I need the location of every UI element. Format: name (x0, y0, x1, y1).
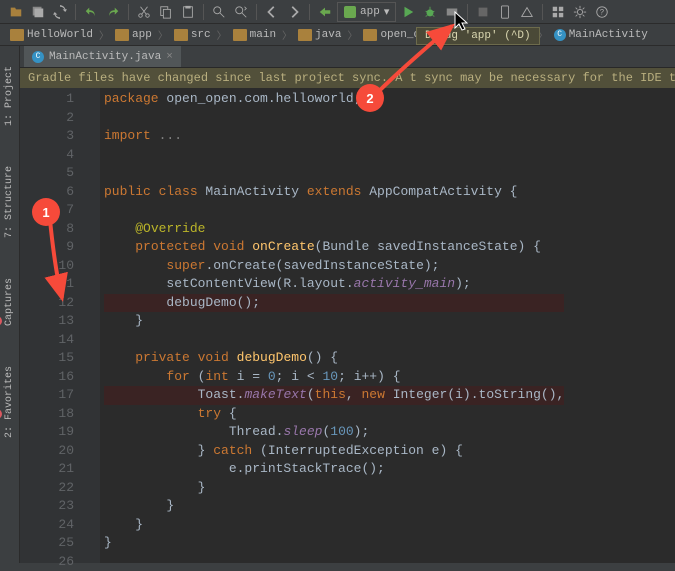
sdk-manager-icon[interactable] (517, 2, 537, 22)
folder-icon (233, 29, 247, 41)
folder-icon (115, 29, 129, 41)
breadcrumb-item[interactable]: HelloWorld (6, 29, 97, 41)
sync-icon[interactable] (50, 2, 70, 22)
project-structure-icon[interactable] (548, 2, 568, 22)
captures-tool-tab[interactable]: Captures (4, 278, 15, 326)
folder-icon (298, 29, 312, 41)
breadcrumb: HelloWorld〉 app〉 src〉 main〉 java〉 open_o… (0, 24, 675, 46)
breadcrumb-item[interactable]: java (294, 29, 345, 41)
folder-icon (10, 29, 24, 41)
android-app-icon (344, 6, 356, 18)
debug-icon[interactable] (420, 2, 440, 22)
cut-icon[interactable] (134, 2, 154, 22)
undo-icon[interactable] (81, 2, 101, 22)
svg-text:?: ? (600, 8, 605, 17)
breadcrumb-item[interactable]: src (170, 29, 215, 41)
toolbar-separator (542, 4, 543, 20)
dropdown-arrow-icon: ▾ (384, 5, 390, 19)
paste-icon[interactable] (178, 2, 198, 22)
editor-tab-label: MainActivity.java (49, 51, 161, 63)
gradle-sync-notice[interactable]: Gradle files have changed since last pro… (20, 68, 675, 88)
forward-icon[interactable] (284, 2, 304, 22)
favorites-tool-tab[interactable]: 2: Favorites (4, 366, 15, 438)
toolbar-separator (467, 4, 468, 20)
find-icon[interactable] (209, 2, 229, 22)
close-tab-icon[interactable]: × (166, 51, 173, 63)
toolbar-separator (309, 4, 310, 20)
debug-tooltip: Debug 'app' (^D) (416, 27, 540, 45)
save-all-icon[interactable] (28, 2, 48, 22)
annotation-marker-1: 1 (32, 198, 60, 226)
breadcrumb-item[interactable]: CMainActivity (550, 29, 652, 41)
project-tool-tab[interactable]: 1: Project (4, 66, 15, 126)
make-project-icon[interactable] (315, 2, 335, 22)
open-icon[interactable] (6, 2, 26, 22)
back-icon[interactable] (262, 2, 282, 22)
breadcrumb-item[interactable]: main (229, 29, 280, 41)
breadcrumb-item[interactable]: app (111, 29, 156, 41)
editor-tab[interactable]: C MainActivity.java × (24, 46, 182, 67)
copy-icon[interactable] (156, 2, 176, 22)
avd-manager-icon[interactable] (495, 2, 515, 22)
code-editor: 1234567891011121314151617181920212223242… (20, 88, 675, 563)
folder-icon (174, 29, 188, 41)
folder-icon (363, 29, 377, 41)
run-config-label: app (360, 6, 380, 18)
attach-debugger-icon[interactable] (442, 2, 462, 22)
annotation-marker-2: 2 (356, 84, 384, 112)
run-config-selector[interactable]: app ▾ (337, 2, 396, 22)
toolbar-separator (203, 4, 204, 20)
class-file-icon: C (32, 51, 44, 63)
editor-tabbar: C MainActivity.java × (0, 46, 675, 68)
gutter[interactable]: 1234567891011121314151617181920212223242… (20, 88, 80, 563)
toolbar-separator (128, 4, 129, 20)
help-icon[interactable]: ? (592, 2, 612, 22)
redo-icon[interactable] (103, 2, 123, 22)
code-area[interactable]: package open_open.com.helloworld; import… (80, 88, 564, 563)
toolbar-separator (75, 4, 76, 20)
settings-icon[interactable] (570, 2, 590, 22)
class-icon: C (554, 29, 566, 41)
left-tool-window-tabs: 1: Project 7: Structure Captures 2: Favo… (0, 46, 20, 563)
top-toolbar: app ▾ ? (0, 0, 675, 24)
run-icon[interactable] (398, 2, 418, 22)
structure-tool-tab[interactable]: 7: Structure (4, 166, 15, 238)
replace-icon[interactable] (231, 2, 251, 22)
stop-icon[interactable] (473, 2, 493, 22)
toolbar-separator (256, 4, 257, 20)
